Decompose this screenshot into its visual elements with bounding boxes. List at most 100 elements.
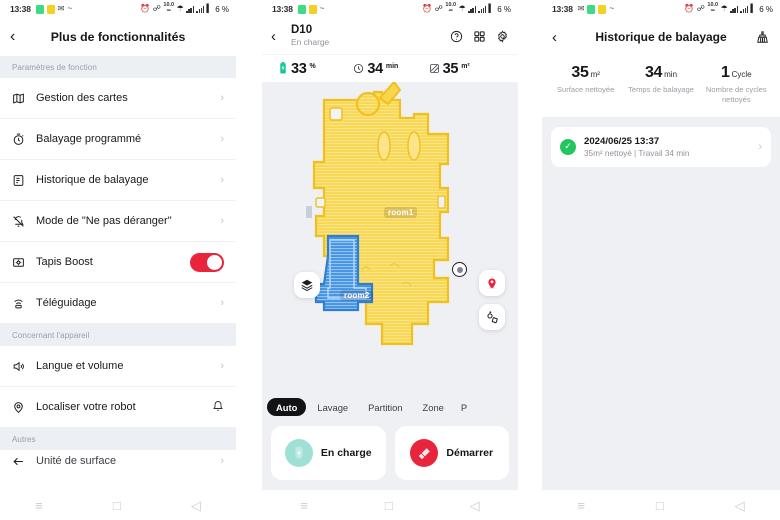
sidebar-item-scheduled-cleaning[interactable]: Balayage programmé › [0,119,236,160]
signal-icon [468,5,476,13]
carpet-boost-toggle[interactable] [190,252,224,272]
sidebar-item-remote-control[interactable]: Téléguidage › [0,283,236,324]
settings-list: Paramètres de fonction Gestion des carte… [0,56,236,490]
panel-gap [236,0,262,520]
map-svg [306,82,450,346]
tab-zone[interactable]: Zone [414,398,453,416]
home-button[interactable]: □ [385,499,393,512]
back-button[interactable]: ◁ [470,499,480,512]
stat-duration: 34 min [353,61,428,77]
battery-percent: 6 % [215,4,229,14]
summary-area: 35 m² Surface nettoyée [548,64,623,106]
timer-icon [12,133,36,146]
back-button[interactable]: ‹ [271,28,291,45]
device-name: D10 [291,23,313,36]
start-button[interactable]: Démarrer [394,426,509,480]
page-title: Plus de fonctionnalités [50,30,186,44]
back-button[interactable]: ◁ [735,499,745,512]
summary-time-unit: min [664,70,678,79]
battery-charging-icon [278,61,288,77]
sidebar-item-label: Tapis Boost [36,256,93,268]
page-header: ‹ Plus de fonctionnalités [0,18,236,56]
layers-icon[interactable] [294,272,320,298]
back-button[interactable]: ‹ [10,28,32,46]
wifi-icon: ☂ [720,4,728,13]
sidebar-item-map-management[interactable]: Gestion des cartes › [0,78,236,119]
toggle-knob [207,254,222,270]
dock-button[interactable]: En charge [271,426,386,480]
sidebar-item-language-volume[interactable]: Langue et volume › [0,346,236,387]
status-time: 13:38 [10,4,31,14]
status-bar: 13:38 ✉ ~ ⏰ ☍ 10.0 ━ ☂ ▍ 6 % [0,0,236,18]
sidebar-item-locate-robot[interactable]: Localiser votre robot [0,387,236,428]
robot-position-icon[interactable] [452,262,467,277]
sidebar-item-label: Langue et volume [36,360,124,372]
status-bar: 13:38 ✉ ~ ⏰ ☍ 10.0 ━ ☂ ▍ 6 % [542,0,780,18]
chevron-right-icon: › [220,92,224,104]
charging-dock-icon [284,439,313,467]
back-button[interactable]: ‹ [552,29,572,46]
sidebar-item-label: Gestion des cartes [36,92,128,104]
signal-icon [186,5,194,13]
app-badge-green-icon [587,4,596,14]
signal-icon [196,5,205,13]
broom-icon[interactable] [750,30,770,45]
list-document-icon [12,174,36,187]
map-room-label-room1: room1 [384,207,418,218]
list-item[interactable]: ✓ 2024/06/25 13:37 35m² nettoyé | Travai… [551,126,771,167]
tab-auto[interactable]: Auto [267,398,307,416]
android-nav-bar: ≡ □ ◁ [262,490,518,520]
rotate-objects-icon[interactable] [479,304,505,330]
app-badge-green-icon [35,4,44,14]
summary-area-unit: m² [590,70,600,79]
tab-partition[interactable]: Partition [359,398,411,416]
sidebar-item-surface-unit[interactable]: Unité de surface › [0,450,236,474]
grid-icon[interactable] [472,29,486,43]
settings-gear-icon[interactable] [495,29,509,43]
page-header: ‹ Historique de balayage [542,18,780,56]
bell-icon[interactable] [212,400,224,415]
chevron-right-icon: › [758,140,762,153]
history-summary-stats: 35 m² Surface nettoyée 34 min Temps de bal… [542,56,780,117]
screenshot-root: 13:38 ✉ ~ ⏰ ☍ 10.0 ━ ☂ ▍ 6 % ‹ Plus de fo… [0,0,780,520]
stat-area-unit: m² [461,62,470,70]
section-header-about-device: Concernant l'appareil [0,324,236,346]
help-icon[interactable] [449,29,463,43]
carpet-icon [12,256,36,269]
more-notifications-icon: ~ [67,4,73,13]
sidebar-item-do-not-disturb[interactable]: Mode de "Ne pas déranger" › [0,201,236,242]
menu-recents-button[interactable]: ≡ [577,499,585,512]
page-title: Historique de balayage [595,30,727,44]
summary-area-caption: Surface nettoyée [556,85,615,94]
signal-icon [478,5,487,13]
home-button[interactable]: □ [656,499,664,512]
cleaning-map[interactable]: room1 room2 [262,82,518,394]
map-pin-icon[interactable] [479,270,505,296]
dock-button-label: En charge [320,447,372,459]
more-notifications-icon: ~ [319,4,325,13]
messages-icon: ✉ [577,4,585,13]
check-circle-icon: ✓ [560,138,576,155]
mode-tabs: Auto Lavage Partition Zone P [262,394,518,420]
home-button[interactable]: □ [113,499,121,512]
menu-recents-button[interactable]: ≡ [35,499,43,512]
tab-lavage[interactable]: Lavage [308,398,357,416]
speaker-icon [12,360,36,373]
sidebar-item-carpet-boost[interactable]: Tapis Boost [0,242,236,283]
status-time: 13:38 [272,4,293,14]
alarm-icon: ⏰ [422,4,433,13]
sidebar-item-label: Téléguidage [36,297,97,309]
sidebar-item-label: Unité de surface [36,455,117,467]
sidebar-item-cleaning-history[interactable]: Historique de balayage › [0,160,236,201]
back-button[interactable]: ◁ [191,499,201,512]
bell-off-icon [12,215,36,228]
status-time: 13:38 [552,4,573,14]
summary-area-value: 35 [571,64,589,81]
app-badge-yellow-icon [598,4,607,14]
more-notifications-icon: ~ [609,4,615,13]
phone-screen-cleaning-history: 13:38 ✉ ~ ⏰ ☍ 10.0 ━ ☂ ▍ 6 % ‹ Historique… [542,0,780,520]
phone-screen-more-features: 13:38 ✉ ~ ⏰ ☍ 10.0 ━ ☂ ▍ 6 % ‹ Plus de fo… [0,0,236,520]
menu-recents-button[interactable]: ≡ [300,499,308,512]
tab-more[interactable]: P [455,398,467,416]
alarm-icon: ⏰ [684,4,695,13]
